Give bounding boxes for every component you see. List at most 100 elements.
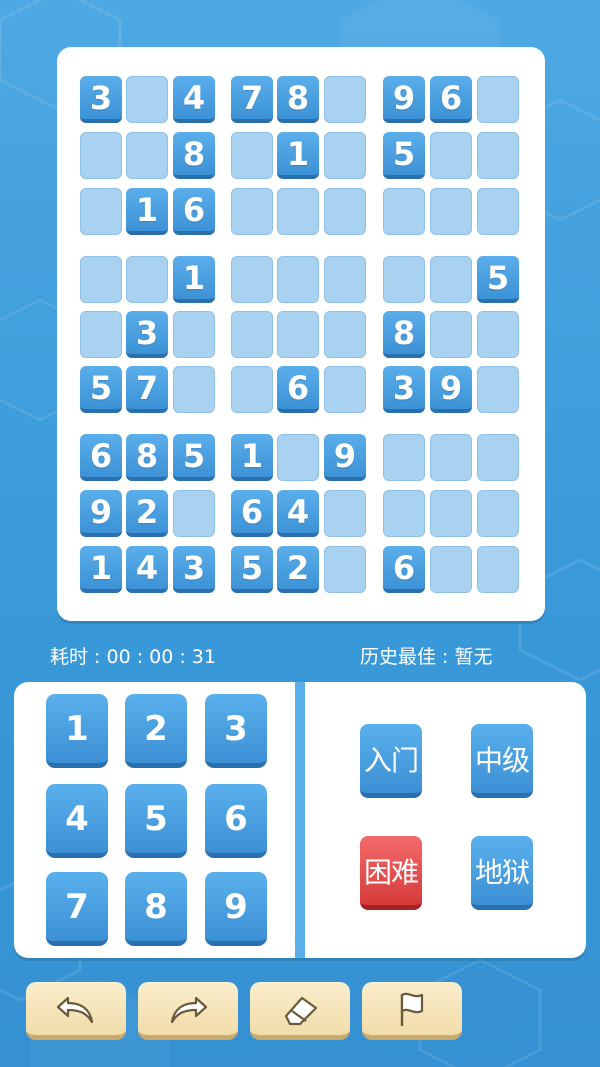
level-intermediate-button[interactable]: 中级 xyxy=(471,724,533,798)
sudoku-cell-empty[interactable] xyxy=(477,132,519,179)
eraser-button[interactable] xyxy=(250,982,350,1040)
sudoku-cell-empty[interactable] xyxy=(324,76,366,123)
sudoku-cell-given[interactable]: 9 xyxy=(324,434,366,481)
sudoku-cell-empty[interactable] xyxy=(277,256,319,303)
number-key-4[interactable]: 4 xyxy=(46,784,108,858)
sudoku-cell-given[interactable]: 3 xyxy=(173,546,215,593)
sudoku-cell-given[interactable]: 1 xyxy=(173,256,215,303)
sudoku-cell-given[interactable]: 6 xyxy=(383,546,425,593)
sudoku-cell-empty[interactable] xyxy=(173,311,215,358)
number-key-1[interactable]: 1 xyxy=(46,694,108,768)
sudoku-cell-given[interactable]: 8 xyxy=(126,434,168,481)
sudoku-cell-given[interactable]: 2 xyxy=(277,546,319,593)
number-key-6[interactable]: 6 xyxy=(205,784,267,858)
sudoku-cell-given[interactable]: 1 xyxy=(231,434,273,481)
sudoku-cell-empty[interactable] xyxy=(231,366,273,413)
sudoku-cell-empty[interactable] xyxy=(430,490,472,537)
sudoku-cell-given[interactable]: 2 xyxy=(126,490,168,537)
sudoku-cell-given[interactable]: 1 xyxy=(277,132,319,179)
sudoku-cell-empty[interactable] xyxy=(383,490,425,537)
number-key-7[interactable]: 7 xyxy=(46,872,108,946)
sudoku-cell-given[interactable]: 7 xyxy=(231,76,273,123)
sudoku-cell-empty[interactable] xyxy=(324,132,366,179)
sudoku-cell-empty[interactable] xyxy=(277,311,319,358)
sudoku-cell-given[interactable]: 6 xyxy=(80,434,122,481)
sudoku-cell-given[interactable]: 3 xyxy=(383,366,425,413)
sudoku-cell-given[interactable]: 9 xyxy=(430,366,472,413)
sudoku-cell-empty[interactable] xyxy=(477,76,519,123)
sudoku-cell-given[interactable]: 5 xyxy=(173,434,215,481)
sudoku-cell-empty[interactable] xyxy=(126,76,168,123)
sudoku-cell-given[interactable]: 8 xyxy=(383,311,425,358)
sudoku-cell-given[interactable]: 8 xyxy=(173,132,215,179)
sudoku-cell-empty[interactable] xyxy=(277,188,319,235)
sudoku-cell-empty[interactable] xyxy=(477,434,519,481)
sudoku-cell-empty[interactable] xyxy=(477,311,519,358)
sudoku-cell-given[interactable]: 5 xyxy=(80,366,122,413)
sudoku-cell-empty[interactable] xyxy=(324,256,366,303)
sudoku-cell-empty[interactable] xyxy=(477,366,519,413)
number-key-8[interactable]: 8 xyxy=(125,872,187,946)
sudoku-cell-empty[interactable] xyxy=(430,188,472,235)
sudoku-cell-empty[interactable] xyxy=(80,188,122,235)
sudoku-cell-empty[interactable] xyxy=(80,256,122,303)
sudoku-cell-empty[interactable] xyxy=(383,434,425,481)
sudoku-cell-given[interactable]: 4 xyxy=(277,490,319,537)
sudoku-cell-given[interactable]: 6 xyxy=(430,76,472,123)
sudoku-cell-empty[interactable] xyxy=(430,256,472,303)
sudoku-cell-given[interactable]: 8 xyxy=(277,76,319,123)
sudoku-cell-given[interactable]: 3 xyxy=(80,76,122,123)
sudoku-cell-empty[interactable] xyxy=(477,546,519,593)
sudoku-cell-empty[interactable] xyxy=(477,490,519,537)
sudoku-cell-empty[interactable] xyxy=(383,188,425,235)
redo-button[interactable] xyxy=(138,982,238,1040)
sudoku-cell-empty[interactable] xyxy=(231,256,273,303)
sudoku-cell-empty[interactable] xyxy=(324,311,366,358)
sudoku-cell-given[interactable]: 9 xyxy=(383,76,425,123)
sudoku-cell-empty[interactable] xyxy=(324,366,366,413)
sudoku-cell-empty[interactable] xyxy=(430,546,472,593)
sudoku-cell-given[interactable]: 9 xyxy=(80,490,122,537)
sudoku-cell-given[interactable]: 5 xyxy=(231,546,273,593)
sudoku-cell-given[interactable]: 6 xyxy=(277,366,319,413)
sudoku-cell-given[interactable]: 5 xyxy=(477,256,519,303)
level-beginner-button[interactable]: 入门 xyxy=(360,724,422,798)
sudoku-cell-empty[interactable] xyxy=(231,188,273,235)
sudoku-cell-empty[interactable] xyxy=(231,132,273,179)
level-hard-button[interactable]: 困难 xyxy=(360,836,422,910)
flag-button[interactable] xyxy=(362,982,462,1040)
sudoku-cell-empty[interactable] xyxy=(80,132,122,179)
sudoku-cell-empty[interactable] xyxy=(430,132,472,179)
sudoku-cell-given[interactable]: 7 xyxy=(126,366,168,413)
sudoku-cell-given[interactable]: 1 xyxy=(126,188,168,235)
undo-button[interactable] xyxy=(26,982,126,1040)
number-key-2[interactable]: 2 xyxy=(125,694,187,768)
sudoku-cell-empty[interactable] xyxy=(383,256,425,303)
sudoku-cell-given[interactable]: 3 xyxy=(126,311,168,358)
sudoku-cell-empty[interactable] xyxy=(324,188,366,235)
sudoku-cell-given[interactable]: 5 xyxy=(383,132,425,179)
number-key-3[interactable]: 3 xyxy=(205,694,267,768)
sudoku-cell-given[interactable]: 4 xyxy=(173,76,215,123)
sudoku-cell-empty[interactable] xyxy=(324,490,366,537)
sudoku-cell-empty[interactable] xyxy=(173,490,215,537)
sudoku-cell-empty[interactable] xyxy=(430,311,472,358)
sudoku-cell-empty[interactable] xyxy=(126,132,168,179)
sudoku-cell-given[interactable]: 6 xyxy=(173,188,215,235)
sudoku-cell-empty[interactable] xyxy=(173,366,215,413)
sudoku-cell-empty[interactable] xyxy=(231,311,273,358)
number-key-9[interactable]: 9 xyxy=(205,872,267,946)
sudoku-cell-given[interactable]: 6 xyxy=(231,490,273,537)
sudoku-cell-empty[interactable] xyxy=(477,188,519,235)
level-hell-button[interactable]: 地狱 xyxy=(471,836,533,910)
sudoku-cell-empty[interactable] xyxy=(277,434,319,481)
best-record: 历史最佳 : 暂无 xyxy=(360,646,493,668)
elapsed-time: 耗时 : 00 : 00 : 31 xyxy=(50,646,216,668)
sudoku-cell-empty[interactable] xyxy=(80,311,122,358)
sudoku-cell-given[interactable]: 4 xyxy=(126,546,168,593)
sudoku-cell-empty[interactable] xyxy=(126,256,168,303)
sudoku-cell-empty[interactable] xyxy=(324,546,366,593)
sudoku-cell-empty[interactable] xyxy=(430,434,472,481)
sudoku-cell-given[interactable]: 1 xyxy=(80,546,122,593)
number-key-5[interactable]: 5 xyxy=(125,784,187,858)
